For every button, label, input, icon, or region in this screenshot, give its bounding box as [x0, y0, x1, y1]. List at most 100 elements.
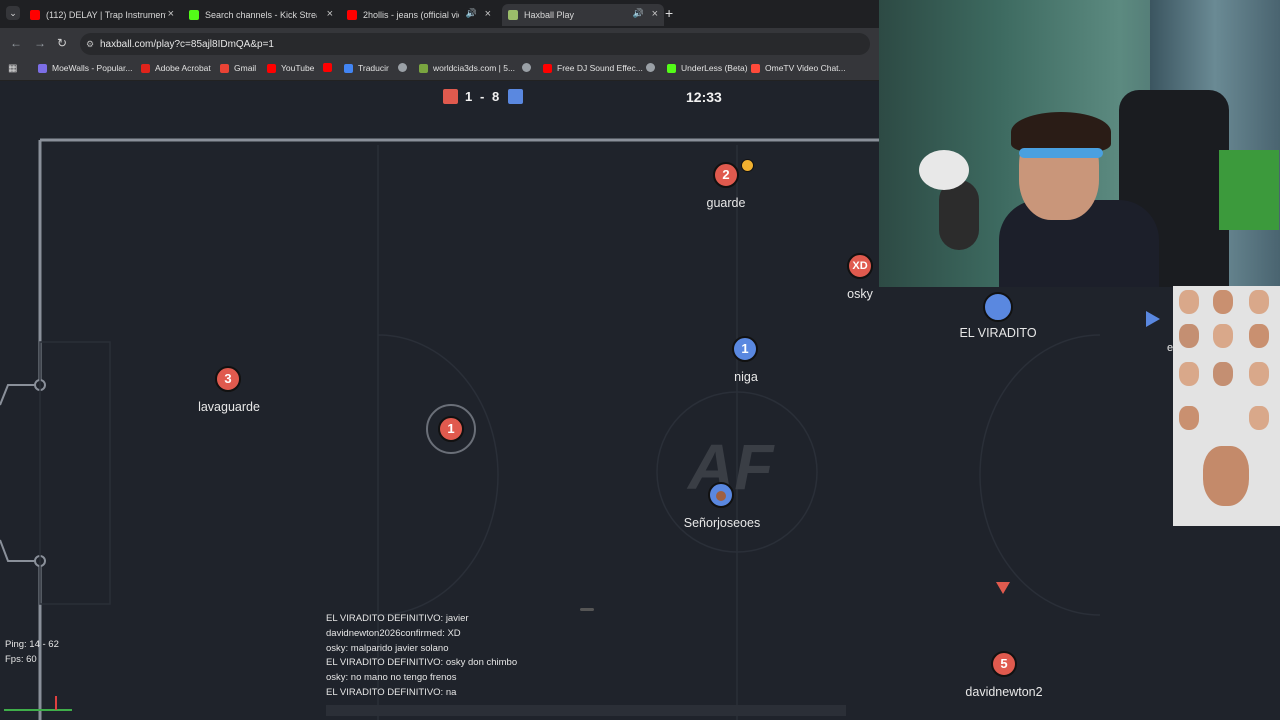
close-tab-icon[interactable]: ×	[652, 8, 658, 20]
apps-grid-icon[interactable]: ▦	[8, 63, 17, 74]
cam-microphone	[939, 180, 979, 250]
cam-person-hair	[1011, 112, 1111, 152]
audio-icon[interactable]: 🔊	[633, 8, 644, 19]
tab-title: Search channels - Kick Streaming	[205, 10, 317, 20]
match-timer: 12:33	[686, 89, 722, 105]
face	[1213, 290, 1233, 314]
kick-icon	[189, 10, 199, 20]
moewalls-icon	[38, 63, 47, 73]
blue-team-square	[508, 89, 523, 104]
tab-strip: ⌄ (112) DELAY | Trap Instrumental × Sear…	[0, 0, 880, 28]
youtube-icon	[543, 63, 552, 73]
globe-icon	[398, 63, 407, 72]
bookmark-traducir[interactable]: Traducir	[344, 63, 389, 73]
player-name: guarde	[706, 196, 746, 210]
bookmark-label: OmeTV Video Chat...	[765, 63, 846, 73]
bookmark-label: MoeWalls - Popular...	[52, 63, 133, 73]
player-name: davidnewton2	[965, 685, 1043, 699]
tab-title: 2hollis - jeans (official video)	[363, 10, 459, 20]
translate-icon	[344, 63, 353, 73]
address-bar-row: ← → ↻ ⚙ haxball.com/play?c=85ajl8IDmQA&p=…	[0, 28, 880, 60]
close-tab-icon[interactable]: ×	[485, 8, 491, 20]
bookmark-adobe-acrobat[interactable]: Adobe Acrobat	[141, 63, 211, 73]
player-disc: 2	[713, 162, 739, 188]
bookmark-globe-3[interactable]	[646, 63, 660, 72]
underless-icon	[667, 63, 676, 73]
bookmark-label: Gmail	[234, 63, 257, 73]
globe-icon	[522, 63, 531, 72]
face	[1249, 362, 1269, 386]
player-name: lavaguarde	[198, 400, 260, 414]
close-tab-icon[interactable]: ×	[168, 8, 174, 20]
bookmark-globe-1[interactable]	[398, 63, 412, 72]
chat-message: osky: malparido javier solano	[326, 642, 449, 654]
faces-collage-image	[1173, 286, 1280, 526]
chat-message: osky: no mano no tengo frenos	[326, 672, 457, 684]
bookmark-gmail[interactable]: Gmail	[220, 63, 256, 73]
chat-input[interactable]	[326, 705, 846, 716]
webcam-overlay	[879, 0, 1280, 287]
cam-minecraft-poster	[1219, 150, 1279, 230]
new-tab-icon[interactable]: +	[665, 5, 673, 21]
score-blue: 8	[492, 89, 500, 104]
bookmark-moewalls[interactable]: MoeWalls - Popular...	[38, 63, 132, 73]
youtube-icon	[267, 63, 276, 73]
ping-readout: Ping: 14 - 62	[5, 639, 59, 650]
tab-haxball-play[interactable]: Haxball Play 🔊 ×	[502, 4, 664, 26]
player-name: Señorjoseoes	[683, 516, 761, 530]
red-team-square	[443, 89, 458, 104]
fps-graph	[4, 696, 72, 711]
tab-kick-search[interactable]: Search channels - Kick Streaming ×	[189, 4, 339, 26]
tab-search-chevron-icon[interactable]: ⌄	[6, 6, 20, 20]
score-red: 1	[465, 89, 473, 104]
bookmark-free-dj-sound[interactable]: Free DJ Sound Effec...	[543, 63, 643, 73]
back-icon[interactable]: ←	[10, 36, 22, 50]
face	[1179, 406, 1199, 430]
bookmark-worldcia3ds[interactable]: worldcia3ds.com | 5...	[419, 63, 515, 73]
kick-indicator	[741, 159, 754, 172]
face	[1249, 406, 1269, 430]
bookmark-youtube-2[interactable]	[323, 63, 337, 72]
youtube-icon	[347, 10, 357, 20]
bookmark-globe-2[interactable]	[522, 63, 536, 72]
bookmark-label: YouTube	[281, 63, 315, 73]
face	[1179, 290, 1199, 314]
chat-resize-handle[interactable]	[580, 608, 594, 611]
tab-2hollis-jeans[interactable]: 2hollis - jeans (official video) 🔊 ×	[347, 4, 497, 26]
gmail-icon	[220, 63, 229, 73]
url-input[interactable]: ⚙ haxball.com/play?c=85ajl8IDmQA&p=1	[80, 33, 870, 55]
player-name: EL VIRADITO	[959, 326, 1037, 340]
cam-plush	[919, 150, 969, 190]
bookmark-ometv[interactable]: OmeTV Video Chat...	[751, 63, 846, 73]
face	[1203, 446, 1249, 506]
bookmark-label: worldcia3ds.com | 5...	[433, 63, 516, 73]
youtube-icon	[323, 63, 332, 72]
offscreen-player-arrow-icon	[1146, 311, 1160, 327]
close-tab-icon[interactable]: ×	[327, 8, 333, 20]
bookmark-underless[interactable]: UnderLess (Beta)	[667, 63, 748, 73]
face	[1213, 324, 1233, 348]
ometv-icon	[751, 63, 760, 73]
audio-icon[interactable]: 🔊	[466, 8, 477, 19]
bookmark-youtube[interactable]: YouTube	[267, 63, 314, 73]
youtube-icon	[30, 10, 40, 20]
reload-icon[interactable]: ↻	[57, 36, 67, 50]
tab-delay-trap[interactable]: (112) DELAY | Trap Instrumental ×	[30, 4, 180, 26]
bookmark-label: UnderLess (Beta)	[681, 63, 748, 73]
site-info-icon[interactable]: ⚙	[80, 33, 100, 55]
cam-headband	[1019, 148, 1103, 158]
face	[1179, 362, 1199, 386]
chat-log: EL VIRADITO DEFINITIVO: javier davidnewt…	[326, 612, 846, 701]
bookmarks-bar: ▦ MoeWalls - Popular... Adobe Acrobat Gm…	[0, 60, 880, 81]
forward-icon[interactable]: →	[34, 36, 46, 50]
url-text: haxball.com/play?c=85ajl8IDmQA&p=1	[100, 39, 274, 50]
bookmark-label: Traducir	[358, 63, 389, 73]
chat-message: davidnewton2026confirmed: XD	[326, 627, 461, 639]
player-disc: 5	[991, 651, 1017, 677]
face	[1249, 324, 1269, 348]
player-disc	[983, 292, 1013, 322]
offscreen-player-arrow-icon	[996, 582, 1010, 594]
face	[1213, 362, 1233, 386]
chat-message: EL VIRADITO DEFINITIVO: na	[326, 686, 457, 698]
player-disc: XD	[847, 253, 873, 279]
